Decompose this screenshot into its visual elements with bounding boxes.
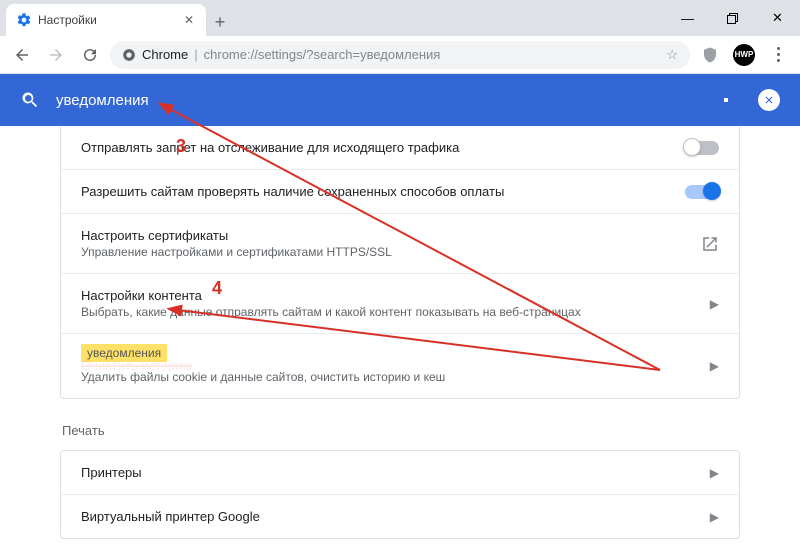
arrow-right-icon: [47, 46, 65, 64]
row-payment-check[interactable]: Разрешить сайтам проверять наличие сохра…: [61, 170, 739, 214]
chevron-right-icon: ▶: [710, 510, 719, 524]
window-controls: — ✕: [665, 0, 800, 36]
print-card: Принтеры ▶ Виртуальный принтер Google ▶: [60, 450, 740, 539]
row-title: Разрешить сайтам проверять наличие сохра…: [81, 184, 685, 199]
row-title: Настроить сертификаты: [81, 228, 701, 243]
annotation-number-4: 4: [212, 278, 222, 299]
browser-tab[interactable]: Настройки ✕: [6, 4, 206, 36]
row-printers[interactable]: Принтеры ▶: [61, 451, 739, 495]
chevron-right-icon: ▶: [710, 297, 719, 311]
close-icon: [763, 94, 775, 106]
row-title: Виртуальный принтер Google: [81, 509, 710, 524]
search-icon: [20, 90, 40, 110]
row-google-cloud-print[interactable]: Виртуальный принтер Google ▶: [61, 495, 739, 538]
row-title-struck: Очистить историю: [81, 358, 192, 373]
privacy-card: Отправлять запрет на отслеживание для ис…: [60, 126, 740, 399]
maximize-button[interactable]: [710, 0, 755, 36]
row-do-not-track[interactable]: Отправлять запрет на отслеживание для ис…: [61, 126, 739, 170]
kebab-icon: [766, 47, 790, 62]
omnibox-url: chrome://settings/?search=уведомления: [204, 47, 441, 62]
maximize-icon: [727, 13, 738, 24]
profile-avatar[interactable]: HWP: [730, 41, 758, 69]
minimize-button[interactable]: —: [665, 0, 710, 36]
external-link-icon: [701, 235, 719, 253]
arrow-left-icon: [13, 46, 31, 64]
address-bar: Chrome | chrome://settings/?search=уведо…: [0, 36, 800, 74]
row-manage-certificates[interactable]: Настроить сертификаты Управление настрой…: [61, 214, 739, 274]
shield-extension-icon[interactable]: [696, 41, 724, 69]
tab-title: Настройки: [38, 13, 176, 27]
omnibox-origin: Chrome: [142, 47, 188, 62]
chevron-right-icon: ▶: [710, 359, 719, 373]
close-window-button[interactable]: ✕: [755, 0, 800, 36]
clear-search-button[interactable]: [758, 89, 780, 111]
tab-close-icon[interactable]: ✕: [182, 13, 196, 27]
row-clear-browsing-data[interactable]: уведомления Очистить историю Удалить фай…: [61, 334, 739, 398]
reload-button[interactable]: [76, 41, 104, 69]
forward-button[interactable]: [42, 41, 70, 69]
section-label-print: Печать: [62, 423, 738, 438]
row-content-settings[interactable]: Настройки контента Выбрать, какие данные…: [61, 274, 739, 334]
new-tab-button[interactable]: +: [206, 8, 234, 36]
toggle-do-not-track[interactable]: [685, 141, 719, 155]
back-button[interactable]: [8, 41, 36, 69]
row-title: Настройки контента: [81, 288, 710, 303]
settings-content: Отправлять запрет на отслеживание для ис…: [0, 126, 800, 560]
row-subtitle: Выбрать, какие данные отправлять сайтам …: [81, 305, 710, 319]
row-subtitle: Управление настройками и сертификатами H…: [81, 245, 701, 259]
window-tab-strip: Настройки ✕ + — ✕: [0, 0, 800, 36]
gear-icon: [16, 12, 32, 28]
settings-search-input[interactable]: [56, 92, 724, 109]
chevron-right-icon: ▶: [710, 466, 719, 480]
settings-search-header: [0, 74, 800, 126]
row-title: Отправлять запрет на отслеживание для ис…: [81, 140, 685, 155]
row-title: Принтеры: [81, 465, 710, 480]
toggle-payment-check[interactable]: [685, 185, 719, 199]
bookmark-star-icon[interactable]: ☆: [666, 47, 678, 63]
decorative-dot: [724, 98, 728, 102]
reload-icon: [81, 46, 99, 64]
omnibox[interactable]: Chrome | chrome://settings/?search=уведо…: [110, 41, 690, 69]
kebab-menu-button[interactable]: [764, 41, 792, 69]
annotation-number-3: 3: [176, 136, 186, 157]
chrome-icon: [122, 48, 136, 62]
